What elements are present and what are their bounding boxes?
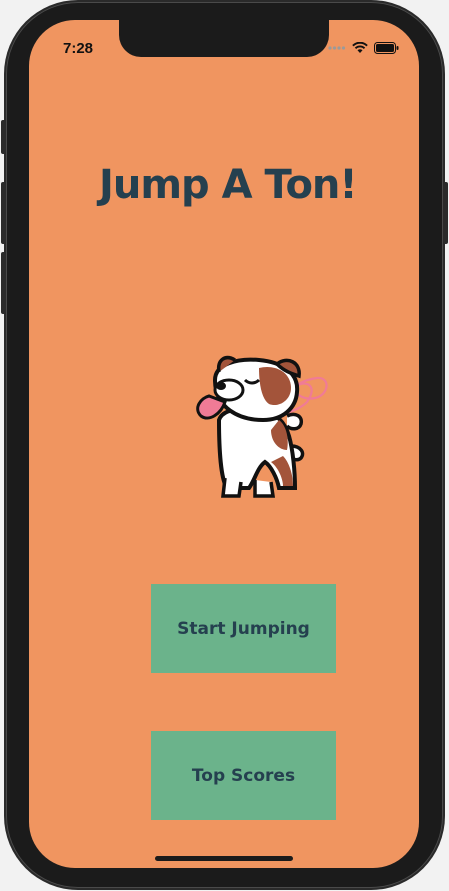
cellular-signal-icon bbox=[328, 46, 346, 50]
notch bbox=[119, 20, 329, 57]
side-button-power bbox=[443, 182, 448, 244]
home-indicator[interactable] bbox=[155, 856, 293, 861]
status-icons bbox=[328, 42, 399, 54]
status-time: 7:28 bbox=[63, 40, 94, 57]
top-scores-button[interactable]: Top Scores bbox=[151, 731, 336, 820]
side-button-volume-down bbox=[1, 252, 6, 314]
page-title: Jump A Ton! bbox=[99, 162, 358, 208]
battery-icon bbox=[374, 42, 399, 54]
app-screen: 7:28 Jump A Ton! Start Jumping Top Score… bbox=[29, 20, 419, 868]
wifi-icon bbox=[352, 42, 368, 53]
dog-jump-rope-illustration bbox=[196, 355, 328, 498]
start-jumping-button[interactable]: Start Jumping bbox=[151, 584, 336, 673]
side-button-volume-up bbox=[1, 182, 6, 244]
side-button-mute bbox=[1, 120, 6, 154]
